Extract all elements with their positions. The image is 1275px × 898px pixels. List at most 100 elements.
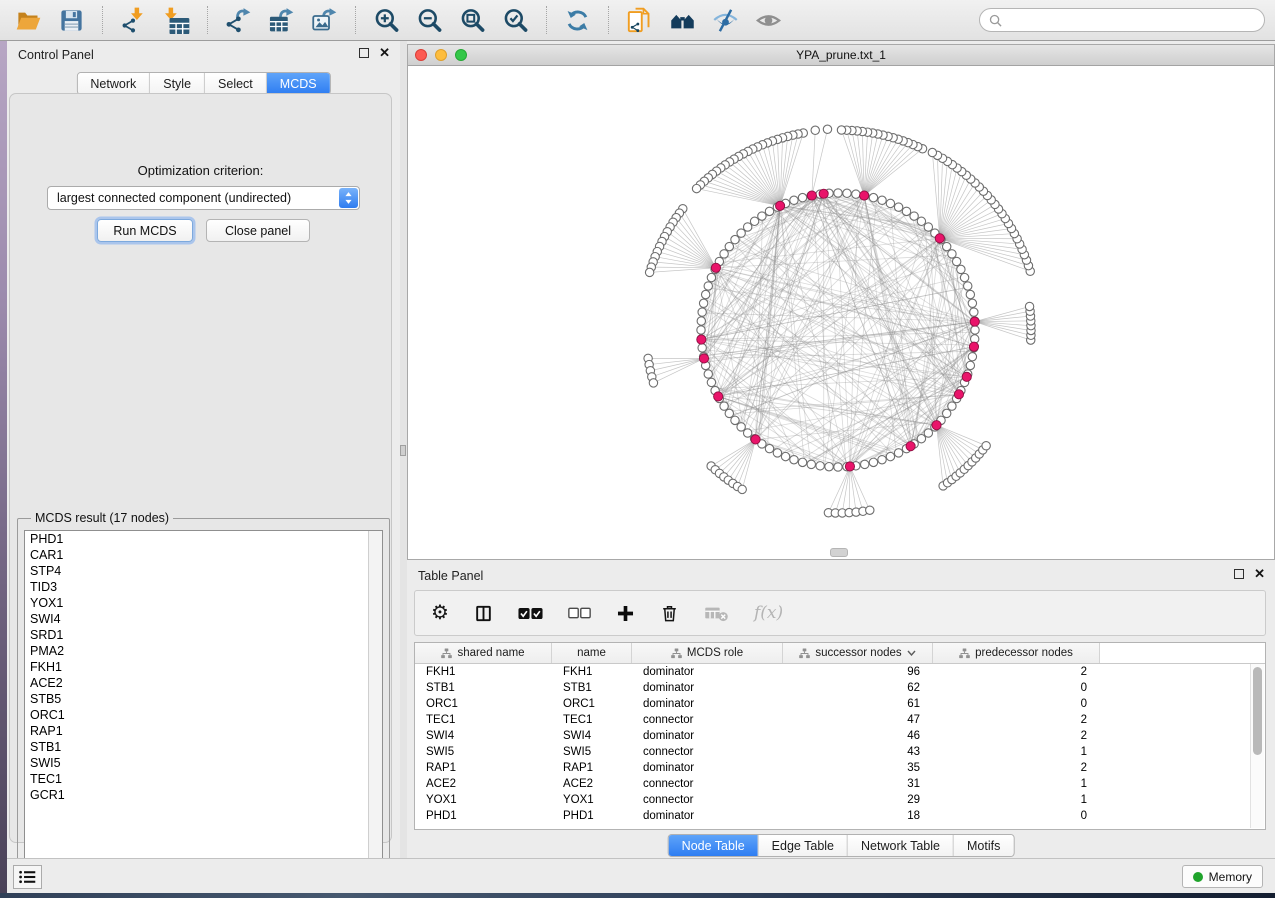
run-mcds-button[interactable]: Run MCDS: [97, 219, 193, 242]
import-table-button[interactable]: [158, 4, 195, 36]
tab-motifs[interactable]: Motifs: [953, 835, 1013, 856]
cell-MCDS-role: dominator: [632, 808, 783, 824]
table-row[interactable]: RAP1RAP1dominator352: [415, 760, 1265, 776]
network-window: YPA_prune.txt_1: [407, 44, 1275, 560]
window-zoom-button[interactable]: [455, 49, 467, 61]
mcds-result-node[interactable]: STP4: [25, 563, 382, 579]
network-canvas[interactable]: [408, 65, 1274, 559]
cell-MCDS-role: dominator: [632, 696, 783, 712]
delete-column-button[interactable]: [660, 604, 679, 623]
panel-splitter[interactable]: [400, 41, 407, 858]
mcds-result-node[interactable]: PMA2: [25, 643, 382, 659]
mcds-result-node[interactable]: SRD1: [25, 627, 382, 643]
cell-successor-nodes: 29: [783, 792, 933, 808]
table-scrollbar-thumb[interactable]: [1253, 667, 1262, 755]
column-header-MCDS-role[interactable]: MCDS role: [632, 643, 783, 663]
table-row[interactable]: SWI4SWI4dominator462: [415, 728, 1265, 744]
close-panel-button[interactable]: Close panel: [206, 219, 310, 242]
column-header-predecessor-nodes[interactable]: predecessor nodes: [933, 643, 1100, 663]
splitter-grip[interactable]: [400, 445, 406, 456]
export-network-button[interactable]: [220, 4, 257, 36]
cell-successor-nodes: 31: [783, 776, 933, 792]
cell-shared-name: ACE2: [415, 776, 552, 792]
save-session-button[interactable]: [53, 4, 90, 36]
tab-style[interactable]: Style: [149, 73, 204, 94]
tab-node-table[interactable]: Node Table: [669, 835, 758, 856]
fx-icon: f(x): [754, 603, 783, 623]
tab-network[interactable]: Network: [77, 73, 149, 94]
cell-shared-name: YOX1: [415, 792, 552, 808]
float-table-panel-icon[interactable]: [1234, 569, 1244, 579]
close-table-panel-icon[interactable]: ✕: [1254, 569, 1265, 579]
export-table-button[interactable]: [263, 4, 300, 36]
optimization-criterion-select[interactable]: largest connected component (undirected): [47, 186, 360, 210]
tab-select[interactable]: Select: [204, 73, 266, 94]
mcds-result-node[interactable]: CAR1: [25, 547, 382, 563]
mcds-result-node[interactable]: ACE2: [25, 675, 382, 691]
show-details-button[interactable]: [750, 4, 787, 36]
dropdown-stepper-icon: [339, 188, 358, 208]
window-close-button[interactable]: [415, 49, 427, 61]
mcds-result-node[interactable]: TEC1: [25, 771, 382, 787]
select-all-columns-button[interactable]: [518, 607, 543, 620]
network-graph[interactable]: [408, 65, 1274, 559]
zoom-in-icon: [373, 7, 400, 34]
memory-button[interactable]: Memory: [1182, 865, 1263, 888]
mcds-result-node[interactable]: RAP1: [25, 723, 382, 739]
table-row[interactable]: ORC1ORC1dominator610: [415, 696, 1265, 712]
network-window-titlebar[interactable]: YPA_prune.txt_1: [408, 45, 1274, 66]
column-header-shared-name[interactable]: shared name: [415, 643, 552, 663]
search-input[interactable]: [1007, 12, 1255, 28]
mcds-result-node[interactable]: GCR1: [25, 787, 382, 803]
zoom-in-button[interactable]: [368, 4, 405, 36]
mcds-result-node[interactable]: STB1: [25, 739, 382, 755]
export-image-button[interactable]: [306, 4, 343, 36]
unselect-all-columns-button[interactable]: [568, 607, 591, 619]
zoom-fit-button[interactable]: [454, 4, 491, 36]
mcds-result-node[interactable]: YOX1: [25, 595, 382, 611]
table-row[interactable]: FKH1FKH1dominator962: [415, 664, 1265, 680]
table-row[interactable]: YOX1YOX1connector291: [415, 792, 1265, 808]
mcds-result-node[interactable]: SWI4: [25, 611, 382, 627]
cell-predecessor-nodes: 0: [933, 680, 1100, 696]
mcds-result-node[interactable]: PHD1: [25, 531, 382, 547]
tab-edge-table[interactable]: Edge Table: [758, 835, 847, 856]
mcds-result-node[interactable]: STB5: [25, 691, 382, 707]
mcds-result-node[interactable]: TID3: [25, 579, 382, 595]
import-network-button[interactable]: [115, 4, 152, 36]
table-options-button[interactable]: ⚙: [431, 603, 449, 623]
refresh-button[interactable]: [559, 4, 596, 36]
table-scrollbar[interactable]: [1250, 664, 1264, 828]
table-row[interactable]: SWI5SWI5connector431: [415, 744, 1265, 760]
column-header-successor-nodes[interactable]: successor nodes: [783, 643, 933, 663]
tab-network-table[interactable]: Network Table: [847, 835, 953, 856]
close-panel-icon[interactable]: ✕: [379, 48, 390, 58]
network-hscroll-thumb[interactable]: [830, 548, 848, 557]
zoom-out-button[interactable]: [411, 4, 448, 36]
main-toolbar: [0, 0, 1275, 41]
hide-details-button[interactable]: [707, 4, 744, 36]
table-row[interactable]: PHD1PHD1dominator180: [415, 808, 1265, 824]
cell-successor-nodes: 18: [783, 808, 933, 824]
table-row[interactable]: ACE2ACE2connector311: [415, 776, 1265, 792]
zoom-selected-button[interactable]: [497, 4, 534, 36]
mcds-result-list[interactable]: PHD1CAR1STP4TID3YOX1SWI4SRD1PMA2FKH1ACE2…: [24, 530, 383, 885]
float-window-icon[interactable]: [359, 48, 369, 58]
cell-predecessor-nodes: 2: [933, 712, 1100, 728]
panel-selector-button[interactable]: [13, 865, 42, 889]
open-file-button[interactable]: [10, 4, 47, 36]
mcds-list-scrollbar[interactable]: [368, 531, 382, 884]
tab-mcds[interactable]: MCDS: [266, 73, 330, 94]
table-row[interactable]: STB1STB1dominator620: [415, 680, 1265, 696]
share-document-button[interactable]: [621, 4, 658, 36]
mcds-result-node[interactable]: FKH1: [25, 659, 382, 675]
create-column-button[interactable]: [616, 604, 635, 623]
search-box[interactable]: [979, 8, 1265, 32]
search-network-button[interactable]: [664, 4, 701, 36]
column-header-name[interactable]: name: [552, 643, 632, 663]
mcds-result-node[interactable]: SWI5: [25, 755, 382, 771]
mcds-result-node[interactable]: ORC1: [25, 707, 382, 723]
window-minimize-button[interactable]: [435, 49, 447, 61]
table-row[interactable]: TEC1TEC1connector472: [415, 712, 1265, 728]
show-columns-button[interactable]: [474, 604, 493, 623]
